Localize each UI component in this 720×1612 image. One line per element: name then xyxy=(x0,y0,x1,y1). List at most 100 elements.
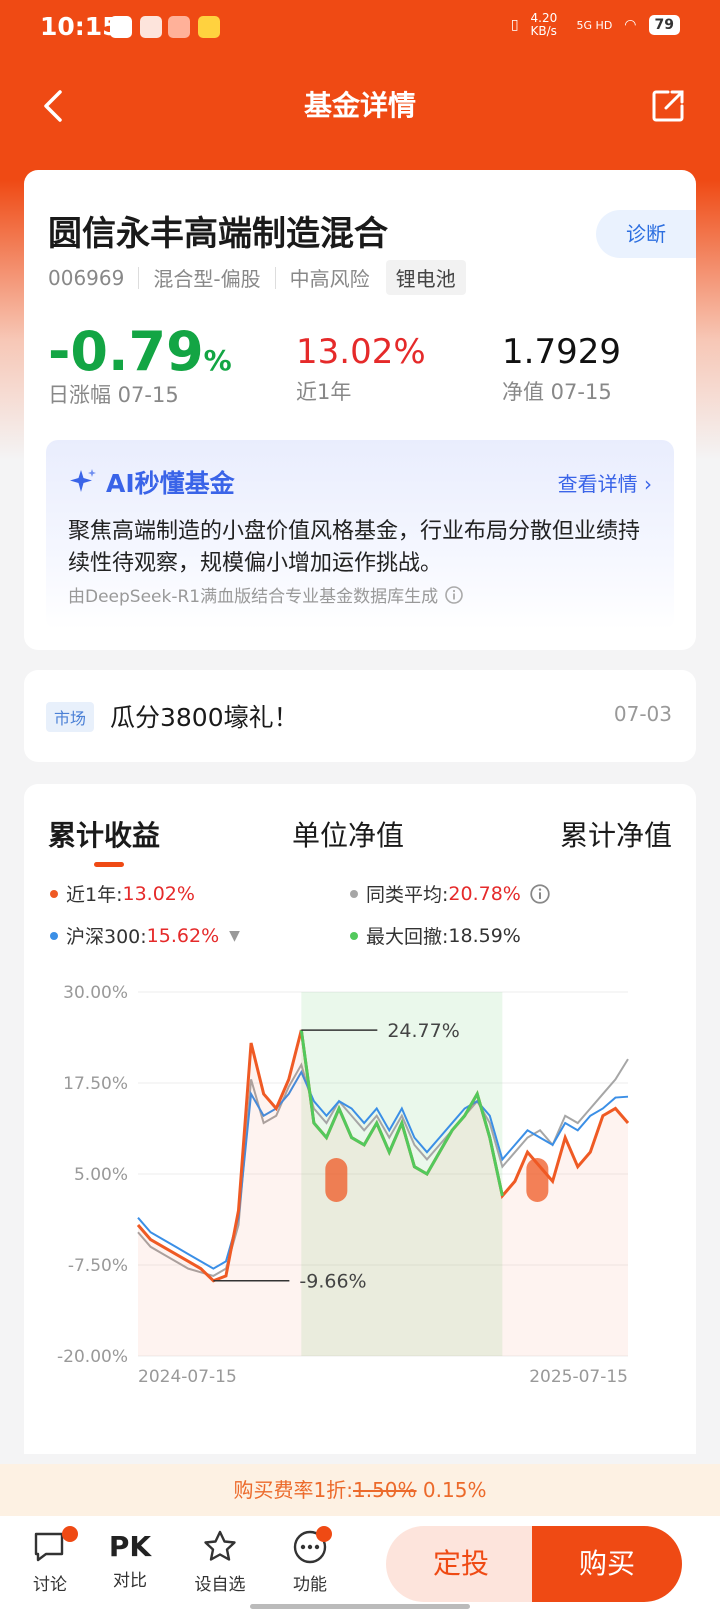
diagnose-button[interactable]: 诊断 xyxy=(596,210,696,258)
divider xyxy=(138,266,140,289)
pk-icon: PK xyxy=(108,1530,152,1563)
min-annotation: -9.66% xyxy=(299,1271,366,1293)
star-add-icon xyxy=(204,1530,236,1561)
weibo-icon xyxy=(198,16,220,38)
nav-value: 1.7929 xyxy=(502,332,621,372)
auto-invest-button[interactable]: 定投 xyxy=(386,1526,536,1602)
legend-avg-label: 同类平均: xyxy=(366,884,449,906)
legend-avg-value: 20.78% xyxy=(448,882,521,905)
network-type: 5G HD xyxy=(576,18,613,32)
nav-bar: 基金详情 xyxy=(0,66,720,146)
info-icon[interactable] xyxy=(529,883,551,905)
daily-change-label: 日涨幅 07-15 xyxy=(48,383,179,407)
legend-drawdown: 最大回撤: 18.59% xyxy=(350,922,521,949)
legend-avg: 同类平均: 20.78% xyxy=(350,880,551,907)
info-icon[interactable] xyxy=(444,585,464,605)
fee-bar: 购买费率1折:1.50% 0.15% xyxy=(0,1464,720,1516)
x-tick-label: 2024-07-15 xyxy=(138,1367,237,1387)
legend-fund-label: 近1年: xyxy=(66,884,123,906)
home-indicator xyxy=(250,1604,470,1609)
tab-cumulative-nav[interactable]: 累计净值 xyxy=(560,814,672,854)
theme-tag[interactable]: 锂电池 xyxy=(385,260,466,295)
status-right: ▯ 4.20 KB/s 5G HD ◠ 79 xyxy=(511,12,680,38)
watchlist-label: 设自选 xyxy=(194,1575,246,1595)
year-return-label: 近1年 xyxy=(296,380,352,404)
fund-tags: 006969 混合型-偏股 中高风险 锂电池 xyxy=(48,260,466,295)
net-speed: 4.20 KB/s xyxy=(530,11,558,38)
year-return-metric: 13.02% 近1年 xyxy=(296,332,426,406)
tab-cumulative-return[interactable]: 累计收益 xyxy=(48,814,160,854)
legend-dd-label: 最大回撤: xyxy=(366,926,449,948)
return-chart[interactable]: 30.00% 17.50% 5.00% -7.50% -20.00% 2024-07-15… xyxy=(24,984,696,1404)
discuss-label: 讨论 xyxy=(33,1575,67,1595)
discuss-button[interactable]: 讨论 xyxy=(10,1526,90,1595)
legend-fund: 近1年: 13.02% xyxy=(50,880,195,907)
legend-dot-fund xyxy=(50,889,58,898)
legend-dot-drawdown xyxy=(350,931,358,940)
ai-detail-link[interactable]: 查看详情 › xyxy=(558,468,652,497)
status-bar: 10:15 ▯ 4.20 KB/s 5G HD ◠ 79 xyxy=(0,0,720,56)
y-tick-label: 17.50% xyxy=(63,1074,128,1094)
legend-dot-avg xyxy=(350,889,358,898)
divider xyxy=(274,266,276,289)
ai-summary-box[interactable]: AI秒懂基金 查看详情 › 聚焦高端制造的小盘价值风格基金，行业布局分散但业绩持… xyxy=(46,440,674,630)
legend-dd-value: 18.59% xyxy=(448,924,521,947)
fund-code: 006969 xyxy=(48,265,125,290)
year-return-value: 13.02% xyxy=(296,332,426,372)
daily-change-metric: -0.79% 日涨幅 07-15 xyxy=(48,320,232,409)
x-tick-label: 2025-07-15 xyxy=(529,1367,628,1387)
tab-unit-nav[interactable]: 单位净值 xyxy=(292,814,404,854)
y-tick-label: -7.50% xyxy=(68,1256,128,1276)
news-title[interactable]: 瓜分3800壕礼！ xyxy=(110,698,299,734)
compare-label: 对比 xyxy=(113,1571,147,1591)
y-tick-label: 5.00% xyxy=(74,1165,128,1185)
news-badge: 市场 xyxy=(46,702,95,732)
wifi-icon: ◠ xyxy=(624,17,637,33)
app-notification-icon xyxy=(110,16,132,38)
fund-type: 混合型-偏股 xyxy=(153,267,261,291)
daily-change-value: -0.79 xyxy=(48,320,204,383)
app-notification-icon xyxy=(140,16,162,38)
dropdown-arrow-icon[interactable]: ▼ xyxy=(229,928,240,944)
fund-app-icon xyxy=(168,16,190,38)
notification-dot xyxy=(316,1526,332,1542)
legend-index-label: 沪深300: xyxy=(66,926,147,948)
range-drag-handle xyxy=(325,1158,348,1202)
legend-fund-value: 13.02% xyxy=(122,882,195,905)
fee-discount: 0.15% xyxy=(422,1478,487,1502)
functions-label: 功能 xyxy=(293,1575,327,1595)
y-tick-label: 30.00% xyxy=(63,984,128,1003)
bottom-toolbar: 讨论 PK 对比 设自选 功能 定投 购买 xyxy=(0,1516,720,1612)
legend-index[interactable]: 沪深300: 15.62% ▼ xyxy=(50,922,240,949)
fee-original: 1.50% xyxy=(353,1478,417,1502)
daily-change-unit: % xyxy=(203,344,232,377)
share-icon[interactable] xyxy=(648,86,688,126)
page-title: 基金详情 xyxy=(303,89,416,122)
sparkle-icon xyxy=(70,469,96,492)
nav-metric: 1.7929 净值 07-15 xyxy=(502,332,621,406)
add-watchlist-button[interactable]: 设自选 xyxy=(180,1528,260,1595)
fund-risk: 中高风险 xyxy=(289,267,370,291)
buy-button[interactable]: 购买 xyxy=(532,1526,682,1602)
chart-card: 累计收益 单位净值 累计净值 近1年: 13.02% 同类平均: 20.78% … xyxy=(24,784,696,1454)
fund-metrics: -0.79% 日涨幅 07-15 13.02% 近1年 1.7929 净值 07… xyxy=(48,320,668,410)
max-annotation: 24.77% xyxy=(387,1020,459,1042)
status-time: 10:15 xyxy=(40,12,120,41)
news-card[interactable]: 市场 瓜分3800壕礼！ 07-03 xyxy=(24,670,696,762)
vibrate-icon: ▯ xyxy=(510,17,519,33)
nav-label: 净值 07-15 xyxy=(502,380,612,404)
fund-info-card: 圆信永丰高端制造混合 诊断 006969 混合型-偏股 中高风险 锂电池 -0.… xyxy=(24,170,696,650)
legend-dot-index xyxy=(50,931,58,940)
compare-button[interactable]: PK 对比 xyxy=(90,1528,170,1591)
legend-index-value: 15.62% xyxy=(146,924,220,947)
fund-name: 圆信永丰高端制造混合 xyxy=(48,214,388,254)
range-drag-handle xyxy=(526,1158,549,1202)
news-date: 07-03 xyxy=(613,702,672,726)
y-tick-label: -20.00% xyxy=(57,1347,128,1367)
battery-indicator: 79 xyxy=(648,15,680,35)
ai-summary-text: 聚焦高端制造的小盘价值风格基金，行业布局分散但业绩持续性待观察，规模偏小增加运作… xyxy=(68,519,641,576)
active-tab-indicator xyxy=(94,862,124,867)
more-functions-button[interactable]: 功能 xyxy=(270,1526,350,1595)
ai-title: AI秒懂基金 xyxy=(68,464,235,500)
fee-label: 购买费率1折: xyxy=(233,1478,353,1502)
